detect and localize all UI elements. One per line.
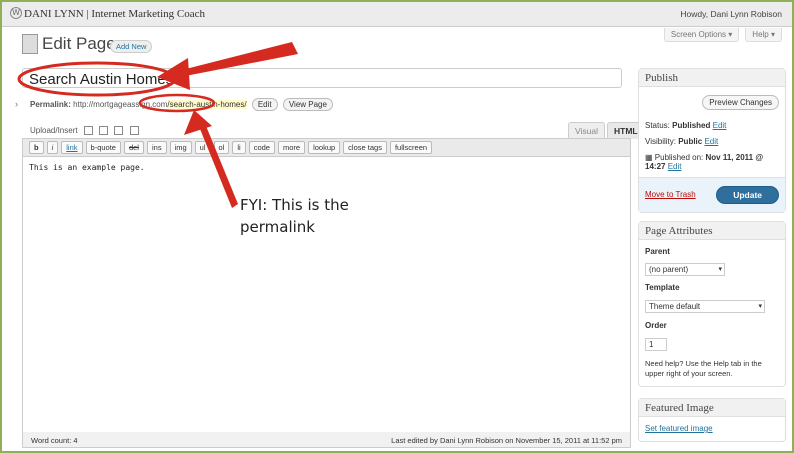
site-name[interactable]: DANI LYNN | Internet Marketing Coach [24, 8, 205, 20]
update-button[interactable]: Update [716, 186, 779, 204]
edit-date-link[interactable]: Edit [668, 162, 682, 171]
add-video-icon[interactable] [99, 126, 109, 136]
parent-select-value: (no parent) [649, 265, 689, 274]
edit-visibility-link[interactable]: Edit [704, 137, 718, 146]
status-value: Published [672, 121, 711, 130]
annotation-note: FYI: This is the permalink [240, 194, 349, 238]
upload-insert-row: Upload/Insert [30, 126, 139, 136]
calendar-icon: ▦ [645, 153, 653, 162]
page-icon [22, 34, 38, 54]
help-text: Need help? Use the Help tab in the upper… [645, 359, 762, 378]
upload-insert-label: Upload/Insert [30, 126, 78, 135]
qt-close-tags-button[interactable]: close tags [343, 141, 387, 154]
template-select-value: Theme default [649, 302, 701, 311]
add-new-button[interactable]: Add New [110, 40, 153, 53]
featured-image-title[interactable]: Featured Image [639, 399, 785, 417]
page-attributes-box: Page Attributes Parent (no parent) ▾ Tem… [638, 221, 786, 387]
permalink-label: Permalink: [30, 100, 71, 109]
qt-bold-button[interactable]: b [29, 141, 44, 154]
editor-tabs: Visual HTML [568, 122, 645, 139]
qt-img-button[interactable]: img [169, 141, 192, 154]
publish-actions: Move to Trash Update [639, 177, 785, 212]
post-title-input[interactable]: Search Austin Homes [22, 68, 622, 88]
permalink-arrow-head [184, 110, 212, 135]
status-row: Status: Published Edit [645, 121, 726, 130]
qt-lookup-button[interactable]: lookup [308, 141, 341, 154]
annotation-line-1: FYI: This is the [240, 196, 349, 214]
move-to-trash-link[interactable]: Move to Trash [645, 190, 696, 199]
qt-link-button[interactable]: link [61, 141, 83, 154]
order-input[interactable]: 1 [645, 338, 667, 351]
edit-permalink-button[interactable]: Edit [251, 98, 278, 111]
add-audio-icon[interactable] [114, 126, 124, 136]
qt-ol-button[interactable]: ol [213, 141, 230, 154]
content-editor: b i link b-quote del ins img ul ol li co… [22, 138, 631, 433]
featured-image-box: Featured Image Set featured image [638, 398, 786, 442]
page-attributes-title[interactable]: Page Attributes [639, 222, 785, 240]
qt-li-button[interactable]: li [232, 141, 246, 154]
visibility-label: Visibility: [645, 137, 676, 146]
edit-status-link[interactable]: Edit [713, 121, 727, 130]
set-featured-image-link[interactable]: Set featured image [645, 424, 713, 433]
screenshot-frame: W DANI LYNN | Internet Marketing Coach H… [0, 0, 794, 453]
published-on-row: ▦ Published on: Nov 11, 2011 @ 14:27 Edi… [645, 153, 785, 171]
qt-code-button[interactable]: code [248, 141, 275, 154]
content-textarea[interactable]: This is an example page. [23, 157, 630, 178]
qt-bquote-button[interactable]: b-quote [85, 141, 121, 154]
qt-italic-button[interactable]: i [46, 141, 59, 154]
annotation-line-2: permalink [240, 218, 315, 236]
last-edited-info: Last edited by Dani Lynn Robison on Nove… [391, 436, 622, 445]
admin-top-bar: W DANI LYNN | Internet Marketing Coach H… [2, 2, 792, 27]
parent-label: Parent [645, 247, 670, 256]
publish-box-title[interactable]: Publish [639, 69, 785, 87]
add-image-icon[interactable] [83, 126, 93, 136]
qt-del-button[interactable]: del [123, 141, 144, 154]
qt-ins-button[interactable]: ins [146, 141, 167, 154]
qt-more-button[interactable]: more [277, 141, 306, 154]
qt-fullscreen-button[interactable]: fullscreen [389, 141, 433, 154]
permalink-slug[interactable]: /search-austin-homes/ [167, 100, 247, 109]
page-title: Edit Page [42, 34, 116, 53]
order-label: Order [645, 321, 667, 330]
published-on-label: Published on: [654, 153, 704, 162]
permalink-base-url: http://mortgageassign.co [73, 100, 161, 109]
visibility-value: Public [678, 137, 703, 146]
editor-status-bar: Word count: 4 Last edited by Dani Lynn R… [22, 432, 631, 448]
chevron-down-icon: ▾ [718, 266, 722, 273]
wordpress-logo-icon[interactable]: W [10, 7, 22, 19]
screen-meta-links: Screen Options ▾ Help ▾ [663, 28, 782, 42]
chevron-down-icon: ▾ [758, 303, 762, 310]
tab-visual[interactable]: Visual [568, 122, 605, 139]
help-button[interactable]: Help ▾ [745, 28, 782, 42]
add-media-icon[interactable] [129, 126, 139, 136]
parent-select[interactable]: (no parent) ▾ [645, 263, 725, 276]
visibility-row: Visibility: Public Edit [645, 137, 718, 146]
word-count: Word count: 4 [31, 436, 78, 445]
screen-options-button[interactable]: Screen Options ▾ [663, 28, 740, 42]
howdy-user-menu[interactable]: Howdy, Dani Lynn Robison [680, 9, 782, 19]
status-label: Status: [645, 121, 670, 130]
qt-ul-button[interactable]: ul [194, 141, 211, 154]
permalink-row: Permalink: http://mortgageassign.com/sea… [30, 98, 333, 111]
view-page-button[interactable]: View Page [282, 98, 333, 111]
quicktags-toolbar: b i link b-quote del ins img ul ol li co… [23, 139, 630, 157]
preview-changes-button[interactable]: Preview Changes [702, 95, 779, 110]
publish-box: Publish Preview Changes Status: Publishe… [638, 68, 786, 213]
template-select[interactable]: Theme default ▾ [645, 300, 765, 313]
template-label: Template [645, 283, 680, 292]
collapse-arrow-icon[interactable]: › [15, 99, 19, 109]
